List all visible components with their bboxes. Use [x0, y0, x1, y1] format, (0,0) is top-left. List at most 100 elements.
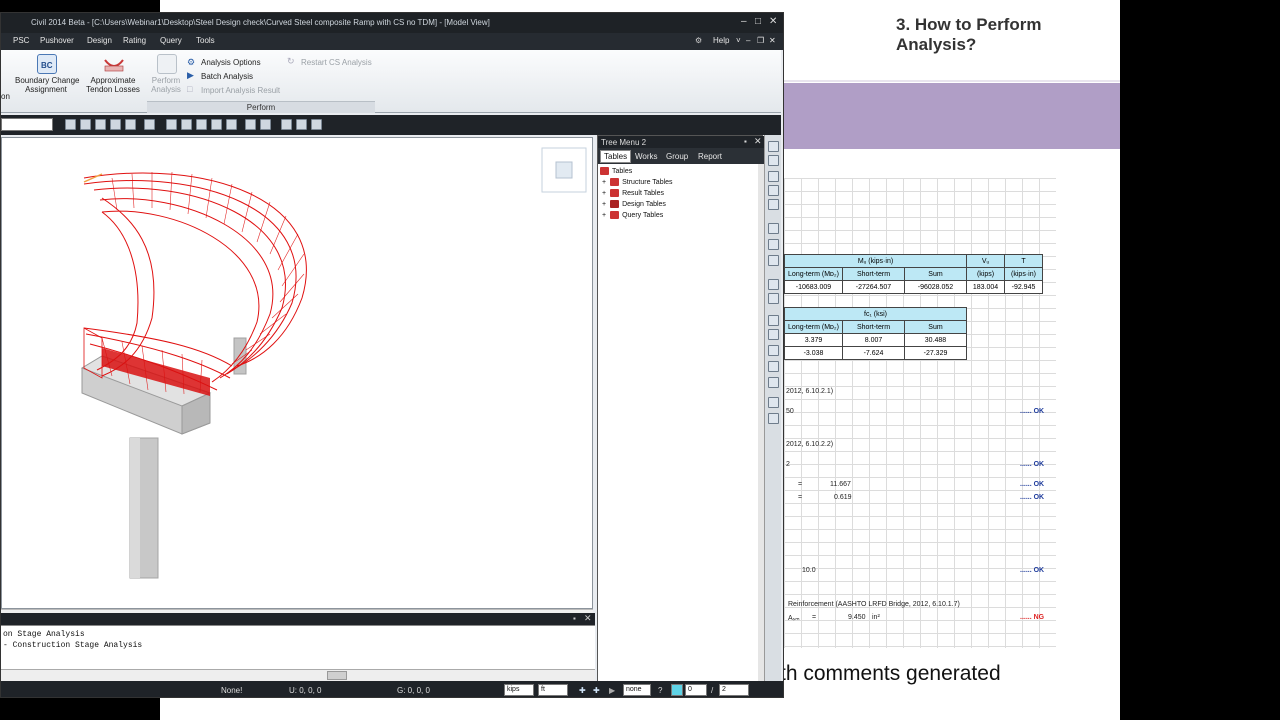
- help-icon[interactable]: ?: [658, 686, 662, 695]
- table-cell: 30.488: [904, 333, 967, 347]
- tab-report[interactable]: Report: [695, 151, 725, 162]
- display-icon[interactable]: [768, 413, 779, 424]
- move-icon[interactable]: [768, 255, 779, 266]
- toolbar-button[interactable]: [281, 119, 292, 130]
- screen: 3. How to Perform Analysis? Mᵤ (kips·in)…: [0, 0, 1280, 720]
- tree-node-tables[interactable]: Tables: [600, 167, 632, 175]
- view-cube-icon[interactable]: [541, 147, 587, 193]
- message-line: on Stage Analysis: [3, 630, 85, 639]
- close-icon[interactable]: ✕: [754, 136, 762, 147]
- snap-icon[interactable]: ✚: [593, 686, 600, 695]
- perform-analysis-button[interactable]: Perform Analysis: [149, 76, 183, 94]
- tree-node-label: Tables: [612, 167, 633, 175]
- restart-cs-analysis-button[interactable]: Restart CS Analysis: [301, 58, 372, 67]
- expand-icon[interactable]: +: [602, 190, 606, 197]
- rotate-icon[interactable]: [768, 239, 779, 250]
- tree-menu-title: Tree Menu 2: [601, 138, 647, 147]
- status-bar: None! U: 0, 0, 0 G: 0, 0, 0 kips ft ✚ ✚ …: [1, 681, 783, 697]
- mdi-restore-icon[interactable]: ❐: [757, 36, 764, 45]
- length-unit-select[interactable]: ft: [538, 684, 568, 696]
- toolbar-button[interactable]: [196, 119, 207, 130]
- toolbar-button[interactable]: [95, 119, 106, 130]
- display-icon[interactable]: [768, 397, 779, 408]
- toolbar-button[interactable]: [110, 119, 121, 130]
- force-unit-select[interactable]: kips: [504, 684, 534, 696]
- snap-icon[interactable]: ✚: [579, 686, 586, 695]
- filter-select[interactable]: none: [623, 684, 651, 696]
- toolbar-button[interactable]: [125, 119, 136, 130]
- chevron-down-icon[interactable]: ˅: [736, 36, 741, 45]
- mdi-close-icon[interactable]: ✕: [769, 36, 776, 45]
- axis-icon[interactable]: [768, 377, 779, 388]
- page-total[interactable]: 2: [719, 684, 749, 696]
- play-icon[interactable]: ▶: [609, 686, 615, 695]
- batch-analysis-button[interactable]: Batch Analysis: [201, 72, 253, 81]
- toolbar-button[interactable]: [226, 119, 237, 130]
- toolbar-button[interactable]: [245, 119, 256, 130]
- toolbar-button[interactable]: [65, 119, 76, 130]
- view-icon[interactable]: [768, 361, 779, 372]
- close-icon[interactable]: ✕: [769, 16, 777, 27]
- view-combo[interactable]: [1, 118, 53, 131]
- page-current[interactable]: 0: [685, 684, 707, 696]
- tree-node-structure-tables[interactable]: + Structure Tables: [602, 178, 673, 186]
- view-icon[interactable]: [768, 293, 779, 304]
- civil-app-window: Civil 2014 Beta - [C:\Users\Webinar1\Des…: [0, 12, 784, 698]
- expand-icon[interactable]: +: [602, 201, 606, 208]
- tree-node-design-tables[interactable]: + Design Tables: [602, 200, 666, 208]
- search-icon[interactable]: [768, 223, 779, 234]
- zoom-window-icon[interactable]: [768, 155, 779, 166]
- color-swatch[interactable]: [671, 684, 683, 696]
- view-icon[interactable]: [768, 345, 779, 356]
- lock-icon[interactable]: [311, 119, 322, 130]
- zoom-fit-icon[interactable]: [768, 141, 779, 152]
- view-icon[interactable]: [768, 315, 779, 326]
- analysis-options-button[interactable]: Analysis Options: [201, 58, 261, 67]
- sheet-ref: Reinforcement (AASHTO LRFD Bridge, 2012,…: [788, 601, 960, 608]
- toolbar-button[interactable]: [260, 119, 271, 130]
- expand-icon[interactable]: +: [602, 179, 606, 186]
- design-calc-sheet: Mᵤ (kips·in) Vᵤ T Long-term (Mᴅ₂) Short-…: [784, 178, 1056, 648]
- toolbar-button[interactable]: [181, 119, 192, 130]
- tab-group[interactable]: Group: [663, 151, 691, 162]
- minimize-icon[interactable]: –: [741, 16, 747, 27]
- zoom-out-icon[interactable]: [768, 185, 779, 196]
- toolbar-button[interactable]: [166, 119, 177, 130]
- menu-query[interactable]: Query: [160, 36, 182, 45]
- close-icon[interactable]: ✕: [584, 613, 592, 624]
- expand-icon[interactable]: +: [602, 212, 606, 219]
- scroll-thumb[interactable]: [327, 671, 347, 680]
- maximize-icon[interactable]: □: [755, 16, 761, 27]
- menu-design[interactable]: Design: [87, 36, 112, 45]
- boundary-change-button[interactable]: Boundary Change Assignment: [15, 76, 80, 94]
- pin-icon[interactable]: ▪: [744, 137, 747, 146]
- mdi-minimize-icon[interactable]: –: [746, 36, 750, 45]
- pin-icon[interactable]: ▪: [573, 614, 576, 623]
- zoom-in-icon[interactable]: [768, 171, 779, 182]
- view-icon[interactable]: [768, 329, 779, 340]
- tab-tables[interactable]: Tables: [600, 150, 632, 163]
- toolbar-button[interactable]: [211, 119, 222, 130]
- ok-flag: ...... OK: [1020, 494, 1045, 501]
- tree-node-query-tables[interactable]: + Query Tables: [602, 211, 663, 219]
- model-view[interactable]: [1, 137, 593, 609]
- tree-node-result-tables[interactable]: + Result Tables: [602, 189, 664, 197]
- message-scrollbar[interactable]: [1, 669, 595, 681]
- sheet-value: 9.450: [848, 614, 866, 621]
- pan-icon[interactable]: [768, 199, 779, 210]
- import-analysis-result-button[interactable]: Import Analysis Result: [201, 86, 280, 95]
- menu-tools[interactable]: Tools: [196, 36, 215, 45]
- tendon-losses-button[interactable]: Approximate Tendon Losses: [85, 76, 141, 94]
- menu-pushover[interactable]: Pushover: [40, 36, 74, 45]
- tab-works[interactable]: Works: [632, 151, 661, 162]
- table-cell: 183.004: [966, 280, 1005, 294]
- lock-icon[interactable]: [296, 119, 307, 130]
- slide-rule: [780, 80, 1120, 82]
- view-icon[interactable]: [768, 279, 779, 290]
- toolbar-button[interactable]: [80, 119, 91, 130]
- menu-rating[interactable]: Rating: [123, 36, 146, 45]
- toolbar-button[interactable]: [144, 119, 155, 130]
- menu-psc[interactable]: PSC: [13, 36, 29, 45]
- menu-help[interactable]: Help: [713, 36, 729, 45]
- gear-icon[interactable]: ⚙: [695, 36, 702, 45]
